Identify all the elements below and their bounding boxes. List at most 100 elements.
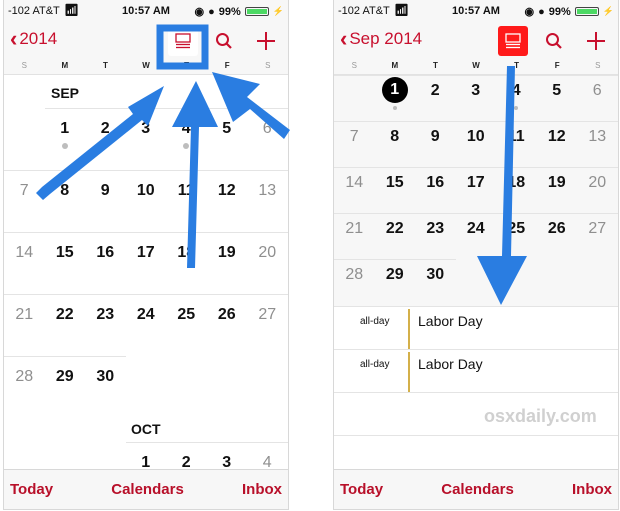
day-cell[interactable]: 22 <box>375 220 416 238</box>
day-cell[interactable]: 28 <box>334 266 375 284</box>
day-cell[interactable]: 18 <box>496 174 537 192</box>
weekday-label: F <box>224 61 230 70</box>
day-cell[interactable]: 3 <box>126 120 167 138</box>
day-cell[interactable]: 17 <box>456 174 497 192</box>
day-cell[interactable]: 27 <box>577 220 618 238</box>
alarm-icon: ● <box>538 5 545 18</box>
day-cell[interactable]: 24 <box>126 306 167 324</box>
day-cell[interactable]: 8 <box>45 182 86 200</box>
event-indicator-dot <box>514 106 519 110</box>
back-label: Sep 2014 <box>349 29 423 48</box>
day-cell[interactable]: 12 <box>537 128 578 146</box>
day-cell[interactable]: 14 <box>4 244 45 262</box>
nav-bar: ‹ 2014 <box>4 22 288 58</box>
day-cell[interactable]: 18 <box>166 244 207 262</box>
week-row: 28 29 30 <box>334 259 618 305</box>
search-button[interactable] <box>538 26 570 56</box>
day-cell[interactable]: 1 <box>45 120 86 138</box>
search-button[interactable] <box>208 26 240 56</box>
inbox-button[interactable]: Inbox <box>242 481 282 498</box>
day-cell[interactable]: 21 <box>334 220 375 238</box>
left-phone-screen: -102 AT&T 📶︎ 10:57 AM ◉ ● 99% ⚡ ‹ 2014 S… <box>3 0 289 510</box>
chevron-left-icon: ‹ <box>340 26 348 51</box>
right-phone-screen: -102 AT&T 📶︎ 10:57 AM ◉ ● 99% ⚡ ‹ Sep 20… <box>333 0 619 510</box>
day-cell[interactable]: 29 <box>375 266 416 284</box>
day-cell[interactable]: 16 <box>415 174 456 192</box>
day-cell[interactable]: 11 <box>166 182 207 200</box>
row-divider <box>125 442 288 443</box>
day-cell[interactable]: 6 <box>577 82 618 100</box>
day-cell[interactable]: 3 <box>456 82 497 100</box>
day-cell[interactable]: 10 <box>126 182 167 200</box>
list-view-toggle-button[interactable] <box>168 26 198 56</box>
day-cell[interactable]: 7 <box>334 128 375 146</box>
day-cell[interactable]: 4 <box>496 82 537 100</box>
day-cell[interactable]: 13 <box>577 128 618 146</box>
day-cell[interactable]: 2 <box>415 82 456 100</box>
row-divider <box>4 294 288 295</box>
day-cell[interactable]: 5 <box>207 120 248 138</box>
day-cell[interactable]: 26 <box>537 220 578 238</box>
back-button[interactable]: ‹ 2014 <box>10 28 57 50</box>
calendar-color-bar <box>408 352 410 392</box>
day-cell[interactable]: 9 <box>415 128 456 146</box>
day-cell[interactable]: 23 <box>85 306 126 324</box>
day-cell[interactable]: 30 <box>415 266 456 284</box>
day-cell[interactable]: 22 <box>45 306 86 324</box>
day-cell[interactable]: 20 <box>577 174 618 192</box>
day-cell[interactable]: 28 <box>4 368 45 386</box>
day-cell[interactable]: 27 <box>247 306 288 324</box>
battery-icon <box>244 7 269 16</box>
row-divider <box>4 356 126 357</box>
day-cell[interactable]: 5 <box>537 82 578 100</box>
back-button[interactable]: ‹ Sep 2014 <box>340 28 422 50</box>
list-view-toggle-button[interactable] <box>498 26 528 56</box>
calendars-button[interactable]: Calendars <box>111 481 184 498</box>
day-cell[interactable]: 11 <box>496 128 537 146</box>
day-cell[interactable]: 16 <box>85 244 126 262</box>
inbox-button[interactable]: Inbox <box>572 481 612 498</box>
today-button[interactable]: Today <box>340 481 383 498</box>
today-button[interactable]: Today <box>10 481 53 498</box>
day-cell[interactable]: 20 <box>247 244 288 262</box>
event-time: all-day <box>360 316 390 327</box>
selected-day[interactable]: 1 <box>381 77 408 103</box>
day-cell[interactable]: 29 <box>45 368 86 386</box>
weekday-label: T <box>433 61 438 70</box>
week-row: 7 8 9 10 11 12 13 <box>334 121 618 167</box>
day-cell[interactable]: 19 <box>207 244 248 262</box>
add-event-button[interactable] <box>250 26 282 56</box>
day-cell[interactable]: 9 <box>85 182 126 200</box>
weekday-label: M <box>61 61 69 70</box>
row-divider <box>334 213 618 214</box>
day-cell[interactable]: 15 <box>375 174 416 192</box>
day-cell[interactable]: 25 <box>166 306 207 324</box>
day-cell[interactable]: 17 <box>126 244 167 262</box>
day-cell[interactable]: 6 <box>247 120 288 138</box>
day-cell[interactable]: 25 <box>496 220 537 238</box>
day-cell[interactable]: 8 <box>375 128 416 146</box>
add-event-button[interactable] <box>580 26 612 56</box>
day-cell[interactable]: 7 <box>4 182 45 200</box>
event-row[interactable]: all-day Labor Day <box>334 306 618 350</box>
day-cell[interactable]: 13 <box>247 182 288 200</box>
plus-icon <box>257 32 275 50</box>
day-cell[interactable]: 24 <box>456 220 497 238</box>
day-cell[interactable]: 30 <box>85 368 126 386</box>
day-cell[interactable]: 10 <box>456 128 497 146</box>
day-cell[interactable]: 2 <box>85 120 126 138</box>
event-row[interactable]: all-day Labor Day <box>334 349 618 393</box>
day-cell[interactable]: 14 <box>334 174 375 192</box>
day-cell[interactable]: 19 <box>537 174 578 192</box>
day-cell[interactable]: 23 <box>415 220 456 238</box>
day-cell[interactable]: 15 <box>45 244 86 262</box>
day-cell[interactable]: 4 <box>166 120 207 138</box>
day-cell[interactable]: 26 <box>207 306 248 324</box>
weekday-header: S M T W T F S <box>4 58 288 75</box>
back-label: 2014 <box>19 29 58 48</box>
weekday-label: S <box>265 61 271 70</box>
day-cell[interactable]: 12 <box>207 182 248 200</box>
day-cell[interactable]: 21 <box>4 306 45 324</box>
battery-icon <box>574 7 599 16</box>
calendars-button[interactable]: Calendars <box>441 481 514 498</box>
